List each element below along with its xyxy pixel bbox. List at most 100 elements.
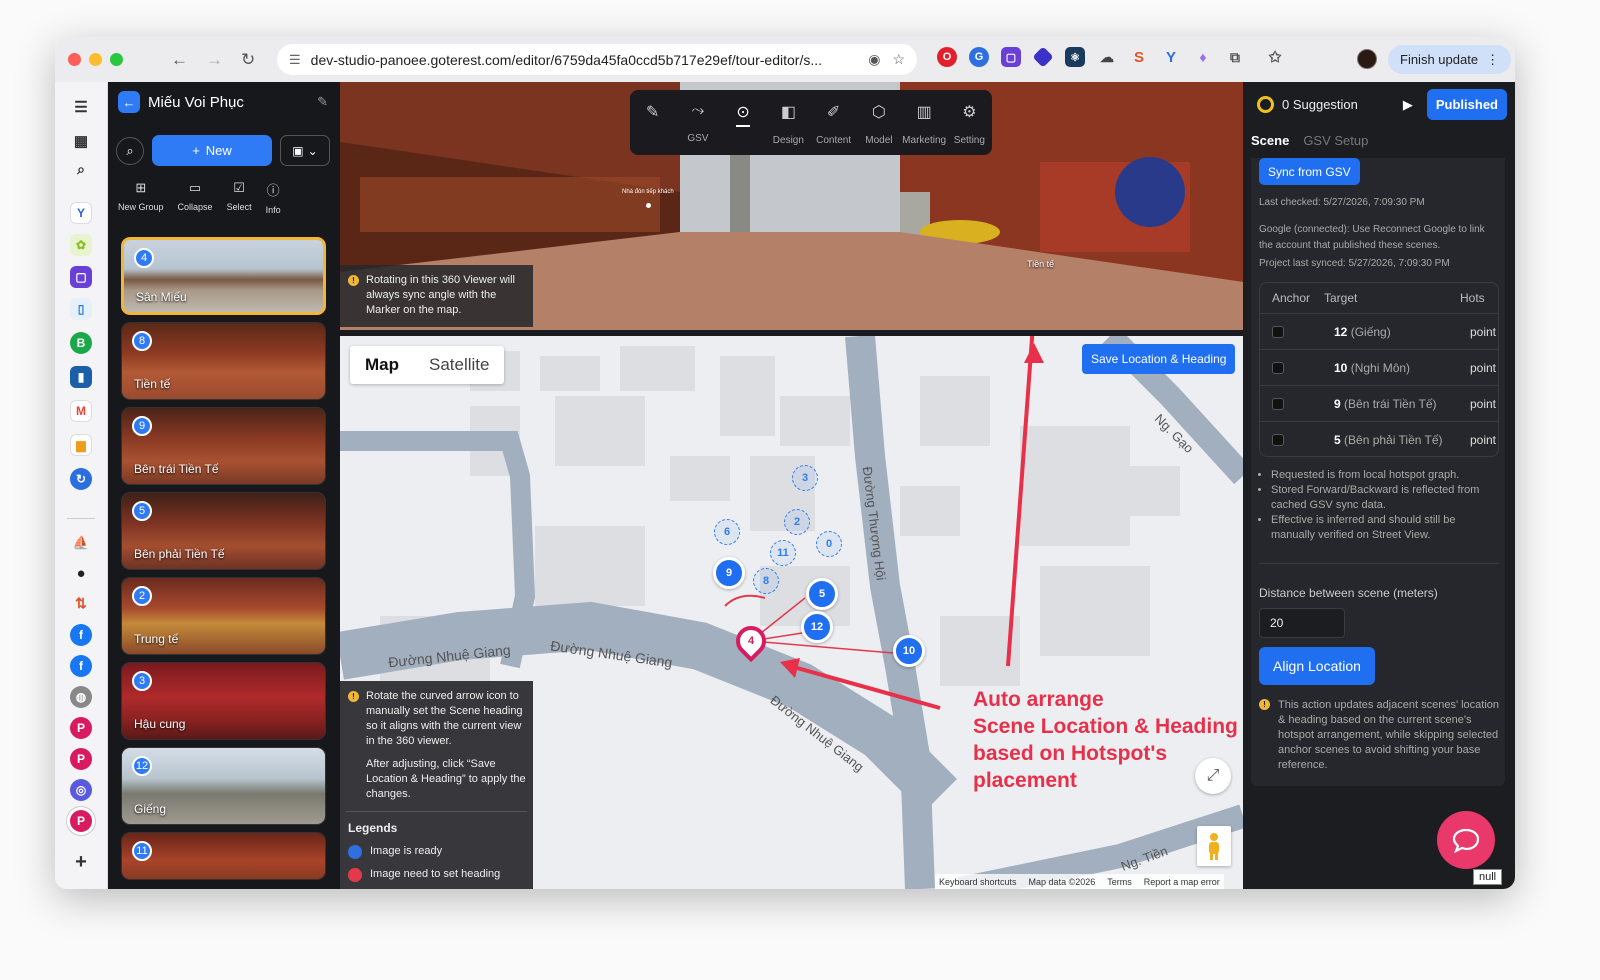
tab-scene[interactable]: Scene [1251, 133, 1289, 148]
book-app-icon[interactable]: ▮ [70, 366, 92, 388]
toolbar-content[interactable]: ✐ Content [811, 90, 856, 155]
panoee-active-app-icon[interactable]: P [70, 810, 92, 832]
hotspot-dot[interactable] [646, 203, 651, 208]
cloud-extension-icon[interactable]: ☁ [1097, 47, 1117, 67]
globe-icon[interactable]: ◍ [70, 686, 92, 708]
anchor-checkbox[interactable] [1272, 325, 1284, 338]
anchor-checkbox[interactable] [1272, 361, 1284, 374]
toolbar-design[interactable]: ◧ Design [766, 90, 811, 155]
panorama-viewer[interactable]: Nhà đón tiếp khách Tiền tế ✎ ⤳ GSV ⊙ ◧ Des… [340, 82, 1243, 330]
scene-card[interactable]: 2 Trung tế [121, 577, 326, 655]
green-app-icon[interactable]: ✿ [70, 234, 92, 256]
map-view[interactable]: Đường Nhuệ Giang Đường Nhuệ Giang Đường … [340, 336, 1243, 889]
pegman-icon[interactable] [1197, 826, 1231, 866]
save-location-heading-button[interactable]: Save Location & Heading [1082, 344, 1236, 374]
scene-card[interactable]: 5 Bên phải Tiền Tế [121, 492, 326, 570]
boat-app-icon[interactable]: ⛵ [70, 532, 92, 554]
toolbar-setting[interactable]: ⚙ Setting [947, 90, 992, 155]
play-icon[interactable]: ▶ [1403, 97, 1413, 113]
circle-app-icon[interactable]: ◎ [70, 779, 92, 801]
facebook-icon[interactable]: f [70, 624, 92, 646]
scene-marker[interactable]: 12 [801, 611, 833, 643]
tab-map[interactable]: Map [350, 346, 414, 384]
facebook-2-icon[interactable]: f [70, 655, 92, 677]
scene-marker[interactable]: 2 [784, 509, 810, 535]
scene-marker[interactable]: 5 [806, 578, 838, 610]
search-list-icon[interactable]: ⌕ [70, 158, 92, 180]
image-view-dropdown[interactable]: ▣ ⌄ [280, 135, 330, 166]
report-error-link[interactable]: Report a map error [1144, 877, 1220, 887]
back-arrow-icon[interactable]: ← [171, 50, 188, 70]
toolbar-gsv[interactable]: ⤳ GSV [675, 90, 720, 155]
tube-app-icon[interactable]: ▯ [70, 298, 92, 320]
scene-marker[interactable]: 6 [714, 519, 740, 545]
grammar-extension-icon[interactable]: G [969, 47, 989, 67]
scene-card[interactable]: 12 Giếng [121, 747, 326, 825]
minimize-window-button[interactable] [89, 53, 102, 66]
scene-card[interactable]: 11 [121, 832, 326, 880]
menu-collapse-icon[interactable]: ☰ [70, 96, 92, 118]
github-icon[interactable]: ● [70, 562, 92, 584]
scene-marker[interactable]: 10 [893, 635, 925, 667]
opera-extension-icon[interactable]: O [937, 47, 957, 67]
collapse-tool[interactable]: ▭ Collapse [178, 180, 213, 215]
scene-card[interactable]: 4 Sân Miếu [121, 237, 326, 315]
terms-link[interactable]: Terms [1107, 877, 1132, 887]
keyboard-shortcuts-link[interactable]: Keyboard shortcuts [939, 877, 1017, 887]
sync-app-icon[interactable]: ⇅ [70, 592, 92, 614]
site-settings-icon[interactable]: ☰ [289, 52, 301, 68]
new-scene-button[interactable]: + New [152, 135, 272, 166]
scene-card[interactable]: 8 Tiền tế [121, 322, 326, 400]
suggestion-count[interactable]: 0 Suggestion [1282, 97, 1403, 112]
star-icon[interactable]: ☆ [892, 51, 905, 68]
panorama-hotspot-label[interactable]: Tiền tế [1027, 259, 1054, 269]
info-tool[interactable]: ⓘ Info [266, 180, 281, 215]
anchor-checkbox[interactable] [1272, 397, 1284, 410]
y-extension-icon[interactable]: Y [1161, 47, 1181, 67]
forward-arrow-icon[interactable]: → [206, 50, 223, 70]
close-window-button[interactable] [68, 53, 81, 66]
more-vert-icon[interactable]: ⋮ [1486, 52, 1499, 68]
sync-from-gsv-button[interactable]: Sync from GSV [1259, 158, 1360, 185]
scene-card[interactable]: 3 Hậu cung [121, 662, 326, 740]
edit-title-icon[interactable]: ✎ [317, 94, 328, 110]
add-app-icon[interactable]: + [70, 851, 92, 873]
location-icon[interactable]: ◉ [868, 51, 880, 68]
analytics-app-icon[interactable]: ▆ [70, 434, 92, 456]
flame-extension-icon[interactable]: ♦ [1193, 47, 1213, 67]
scene-marker[interactable]: 9 [713, 557, 745, 589]
tab-gsv-setup[interactable]: GSV Setup [1303, 133, 1368, 148]
b-app-icon[interactable]: B [70, 332, 92, 354]
toolbar-model[interactable]: ⬡ Model [856, 90, 901, 155]
bookmarks-star-icon[interactable]: ✩ [1265, 47, 1285, 67]
grid-icon[interactable]: ▦ [70, 130, 92, 152]
finish-update-button[interactable]: Finish update ⋮ [1388, 45, 1512, 74]
select-tool[interactable]: ☑ Select [227, 180, 252, 215]
reload-icon[interactable]: ↻ [241, 50, 255, 70]
new-group-tool[interactable]: ⊞ New Group [118, 180, 164, 215]
panoee-2-app-icon[interactable]: P [70, 748, 92, 770]
diamond-extension-icon[interactable] [1032, 46, 1054, 68]
gmail-app-icon[interactable]: M [70, 400, 92, 422]
scene-marker[interactable]: 3 [792, 465, 818, 491]
toolbar-marketing[interactable]: ▥ Marketing [902, 90, 947, 155]
scene-marker[interactable]: 8 [753, 568, 779, 594]
profile-avatar[interactable] [1357, 49, 1377, 69]
panoee-app-icon[interactable]: P [70, 717, 92, 739]
scene-card[interactable]: 9 Bên trái Tiền Tế [121, 407, 326, 485]
toolbar-location[interactable]: ⊙ [721, 90, 766, 155]
distance-input[interactable]: 20 [1259, 608, 1345, 638]
scene-marker[interactable]: 11 [770, 540, 796, 566]
back-button[interactable]: ← [118, 91, 140, 113]
refresh-app-icon[interactable]: ↻ [70, 468, 92, 490]
scene-marker[interactable]: 0 [816, 531, 842, 557]
y-app-icon[interactable]: Y [70, 202, 92, 224]
react-extension-icon[interactable]: ⚛ [1065, 47, 1085, 67]
puzzle-extension-icon[interactable]: ⧉ [1225, 47, 1245, 67]
published-button[interactable]: Published [1426, 89, 1507, 120]
chat-button[interactable] [1437, 811, 1495, 869]
anchor-checkbox[interactable] [1272, 433, 1284, 446]
search-button[interactable]: ⌕ [116, 136, 144, 165]
s-extension-icon[interactable]: S [1129, 47, 1149, 67]
address-bar[interactable]: ☰ dev-studio-panoee.goterest.com/editor/… [277, 44, 917, 75]
